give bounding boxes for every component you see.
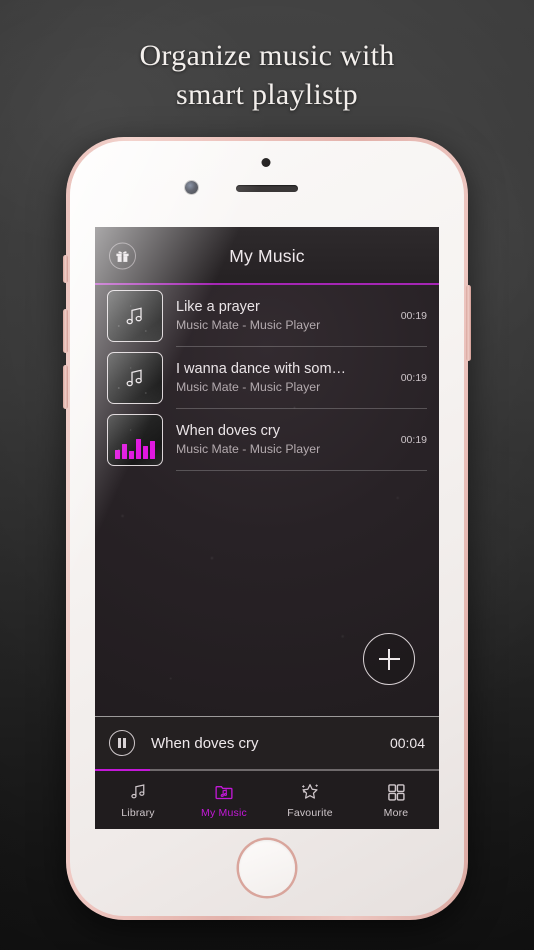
- track-list-item[interactable]: When doves cry Music Mate - Music Player…: [95, 409, 439, 471]
- gift-icon-glyph: [116, 251, 129, 262]
- track-meta: Like a prayer Music Mate - Music Player: [176, 290, 395, 342]
- track-list-item[interactable]: Like a prayer Music Mate - Music Player …: [95, 285, 439, 347]
- track-duration: 00:19: [400, 372, 427, 384]
- music-note-icon: [128, 781, 149, 802]
- music-note-icon: [126, 369, 142, 387]
- track-list: Like a prayer Music Mate - Music Player …: [95, 285, 439, 471]
- track-subtitle: Music Mate - Music Player: [176, 318, 321, 332]
- volume-down-button[interactable]: [63, 365, 68, 409]
- tab-label: Library: [121, 807, 155, 819]
- phone-screen: My Music Like a prayer Music Mate - Musi…: [95, 227, 439, 829]
- volume-up-button[interactable]: [63, 309, 68, 353]
- silent-switch[interactable]: [63, 255, 68, 283]
- now-playing-title: When doves cry: [151, 734, 259, 752]
- track-subtitle: Music Mate - Music Player: [176, 380, 321, 394]
- sparkle-star-icon: [299, 781, 321, 802]
- album-artwork: [107, 414, 163, 466]
- music-note-icon: [126, 307, 142, 325]
- track-title: I wanna dance with som…: [176, 361, 347, 377]
- track-meta: I wanna dance with som… Music Mate - Mus…: [176, 352, 395, 404]
- add-playlist-button[interactable]: [363, 633, 415, 685]
- promo-headline: Organize music with smart playlistp: [0, 36, 534, 114]
- album-artwork: [107, 352, 163, 404]
- equalizer-icon: [115, 439, 155, 465]
- tab-label: Favourite: [287, 807, 333, 819]
- list-divider: [176, 470, 427, 471]
- track-list-item[interactable]: I wanna dance with som… Music Mate - Mus…: [95, 347, 439, 409]
- pause-bar-left: [117, 738, 121, 748]
- tab-label: More: [383, 807, 409, 819]
- proximity-sensor: [261, 158, 271, 167]
- tab-library[interactable]: Library: [95, 771, 181, 829]
- pause-bar-right: [123, 738, 127, 748]
- headline-line-2: smart playlistp: [176, 78, 358, 111]
- pause-icon[interactable]: [109, 730, 135, 756]
- front-camera: [185, 181, 198, 194]
- bottom-tab-bar: Library My Music Favourite More: [95, 771, 439, 829]
- album-artwork: [107, 290, 163, 342]
- grid-icon: [386, 781, 406, 802]
- earpiece-speaker: [236, 185, 298, 192]
- headline-line-1: Organize music with: [139, 39, 395, 72]
- now-playing-elapsed: 00:04: [389, 735, 425, 751]
- music-folder-icon: [213, 781, 235, 802]
- gift-icon[interactable]: [109, 242, 136, 270]
- track-subtitle: Music Mate - Music Player: [176, 442, 321, 456]
- app-title: My Music: [229, 245, 305, 266]
- track-duration: 00:19: [400, 434, 427, 446]
- power-button[interactable]: [466, 285, 471, 361]
- tab-favourite[interactable]: Favourite: [267, 771, 353, 829]
- app-header: My Music: [95, 227, 439, 285]
- tab-label: My Music: [201, 807, 247, 819]
- tab-my-music[interactable]: My Music: [181, 771, 267, 829]
- tab-more[interactable]: More: [353, 771, 439, 829]
- track-duration: 00:19: [400, 310, 427, 322]
- track-title: Like a prayer: [176, 299, 260, 315]
- home-button[interactable]: [239, 840, 295, 896]
- now-playing-bar[interactable]: When doves cry 00:04: [95, 716, 439, 769]
- phone-device: My Music Like a prayer Music Mate - Musi…: [63, 137, 471, 920]
- plus-icon-vertical: [388, 648, 390, 670]
- track-title: When doves cry: [176, 423, 280, 439]
- track-meta: When doves cry Music Mate - Music Player: [176, 414, 395, 466]
